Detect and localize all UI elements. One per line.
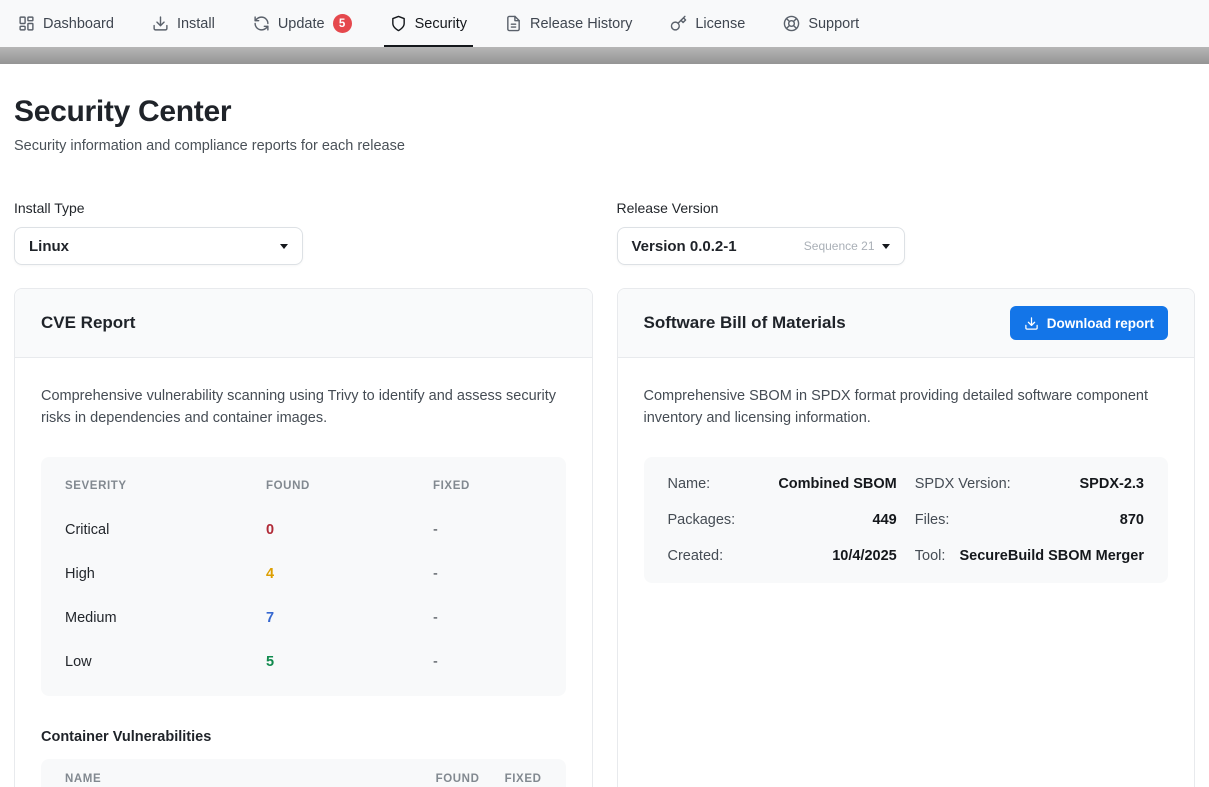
nav-label: Security [415, 16, 467, 32]
info-label: Created: [668, 548, 724, 564]
severity-label: Medium [65, 610, 266, 626]
sbom-info-row: Packages: 449 [668, 502, 897, 538]
sbom-info-row: SPDX Version: SPDX-2.3 [915, 466, 1144, 502]
info-value: 449 [873, 512, 897, 528]
nav-label: Install [177, 16, 215, 32]
scroll-shadow-band [0, 47, 1209, 64]
info-label: Files: [915, 512, 950, 528]
key-icon [670, 15, 687, 32]
info-label: Packages: [668, 512, 736, 528]
release-version-value: Version 0.0.2-1 [632, 238, 737, 255]
nav-item-dashboard[interactable]: Dashboard [18, 0, 114, 47]
info-value: 10/4/2025 [832, 548, 897, 564]
column-header: Severity [65, 480, 266, 492]
table-row: Critical 0 - [65, 508, 542, 552]
shield-icon [390, 15, 407, 32]
severity-table: Severity Found Fixed Critical 0 - High 4… [41, 457, 566, 696]
nav-label: Release History [530, 16, 632, 32]
nav-item-support[interactable]: Support [783, 0, 859, 47]
severity-table-header: Severity Found Fixed [65, 480, 542, 508]
chevron-down-icon [280, 244, 288, 249]
container-vulnerabilities-title: Container Vulnerabilities [41, 729, 566, 745]
nav-item-update[interactable]: Update 5 [253, 0, 352, 47]
fixed-count: - [433, 654, 542, 670]
top-nav: Dashboard Install Update 5 Security Rele… [0, 0, 1209, 47]
nav-label: License [695, 16, 745, 32]
cve-report-card: CVE Report Comprehensive vulnerability s… [14, 288, 593, 787]
fixed-count: - [433, 610, 542, 626]
nav-item-security[interactable]: Security [390, 0, 467, 47]
column-header: Found [394, 773, 480, 785]
table-row: Medium 7 - [65, 596, 542, 640]
install-type-filter: Install Type Linux [14, 200, 593, 265]
release-version-filter: Release Version Version 0.0.2-1 Sequence… [617, 200, 1196, 265]
sequence-label: Sequence 21 [804, 239, 875, 253]
found-count: 7 [266, 610, 433, 626]
install-type-value: Linux [29, 238, 69, 255]
sbom-card: Software Bill of Materials Download repo… [617, 288, 1196, 787]
cve-description: Comprehensive vulnerability scanning usi… [41, 386, 566, 430]
sbom-description: Comprehensive SBOM in SPDX format provid… [644, 386, 1169, 430]
info-label: SPDX Version: [915, 476, 1011, 492]
page-subtitle: Security information and compliance repo… [14, 138, 1195, 154]
nav-label: Dashboard [43, 16, 114, 32]
fixed-count: - [433, 522, 542, 538]
severity-label: Critical [65, 522, 266, 538]
refresh-icon [253, 15, 270, 32]
nav-label: Update [278, 16, 325, 32]
table-row: High 4 - [65, 552, 542, 596]
container-vulnerabilities-table-header: Name Found Fixed [41, 759, 566, 787]
info-value: SecureBuild SBOM Merger [959, 548, 1144, 564]
info-label: Name: [668, 476, 711, 492]
install-type-select[interactable]: Linux [14, 227, 303, 265]
release-version-select[interactable]: Version 0.0.2-1 Sequence 21 [617, 227, 905, 265]
found-count: 4 [266, 566, 433, 582]
nav-item-release-history[interactable]: Release History [505, 0, 632, 47]
download-report-button[interactable]: Download report [1010, 306, 1168, 340]
file-text-icon [505, 15, 522, 32]
found-count: 0 [266, 522, 433, 538]
sbom-card-title: Software Bill of Materials [644, 313, 846, 333]
column-header: Fixed [433, 480, 542, 492]
sbom-info-row: Name: Combined SBOM [668, 466, 897, 502]
sbom-info-row: Files: 870 [915, 502, 1144, 538]
nav-item-install[interactable]: Install [152, 0, 215, 47]
download-report-label: Download report [1047, 316, 1154, 331]
page-title: Security Center [14, 95, 1195, 129]
download-icon [152, 15, 169, 32]
dashboard-grid-icon [18, 15, 35, 32]
severity-label: Low [65, 654, 266, 670]
install-type-label: Install Type [14, 200, 593, 216]
update-count-badge: 5 [333, 14, 352, 33]
severity-label: High [65, 566, 266, 582]
sbom-info-row: Created: 10/4/2025 [668, 538, 897, 574]
column-header: Name [65, 773, 394, 785]
found-count: 5 [266, 654, 433, 670]
sbom-info-row: Tool: SecureBuild SBOM Merger [915, 538, 1144, 574]
info-label: Tool: [915, 548, 946, 564]
nav-label: Support [808, 16, 859, 32]
life-buoy-icon [783, 15, 800, 32]
table-row: Low 5 - [65, 640, 542, 684]
info-value: 870 [1120, 512, 1144, 528]
download-icon [1024, 316, 1039, 331]
sbom-info-panel: Name: Combined SBOM SPDX Version: SPDX-2… [644, 457, 1169, 583]
release-version-label: Release Version [617, 200, 1196, 216]
info-value: SPDX-2.3 [1080, 476, 1144, 492]
chevron-down-icon [882, 244, 890, 249]
info-value: Combined SBOM [778, 476, 896, 492]
column-header: Fixed [480, 773, 542, 785]
cve-card-title: CVE Report [41, 313, 135, 333]
fixed-count: - [433, 566, 542, 582]
column-header: Found [266, 480, 433, 492]
nav-item-license[interactable]: License [670, 0, 745, 47]
